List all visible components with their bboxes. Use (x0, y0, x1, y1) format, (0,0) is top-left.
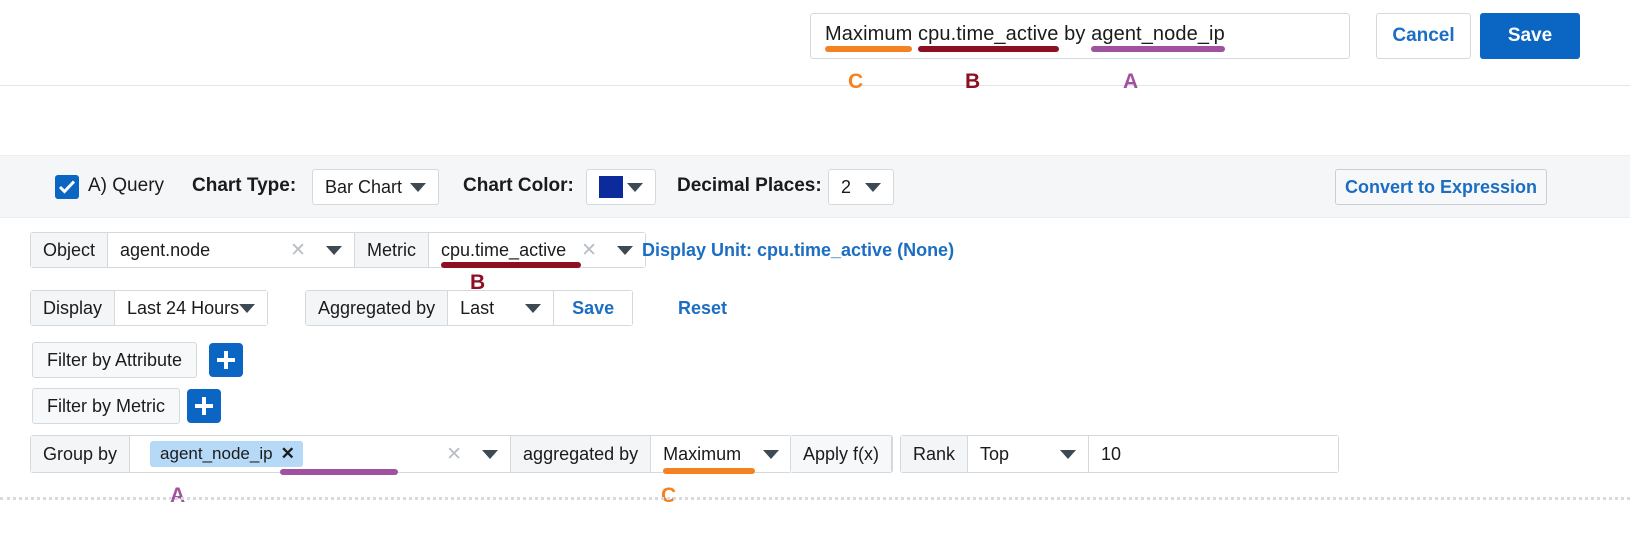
apply-fx-group: Apply f(x) (790, 435, 893, 473)
group-by-label: Group by (31, 436, 130, 472)
chevron-down-icon (763, 450, 779, 459)
metric-underline-mark-b (441, 262, 581, 268)
chevron-down-icon (627, 183, 643, 192)
rank-direction-value: Top (980, 444, 1009, 465)
display-range-select[interactable]: Last 24 Hours (115, 291, 267, 325)
chart-title-input[interactable]: Maximum cpu.time_active by agent_node_ip (810, 13, 1350, 59)
add-metric-filter-button[interactable] (187, 389, 221, 423)
object-select[interactable]: agent.node ✕ (108, 233, 318, 267)
title-connector: by (1059, 23, 1092, 45)
check-icon (58, 179, 76, 195)
query-label: A) Query (88, 175, 164, 197)
chevron-down-icon (617, 246, 633, 255)
chevron-down-icon (482, 450, 498, 459)
rank-label: Rank (901, 436, 968, 472)
bottom-divider (0, 497, 1630, 500)
chart-color-label: Chart Color: (463, 175, 574, 197)
decimal-places-value: 2 (829, 177, 851, 198)
aggregated-by-value: Last (460, 298, 494, 319)
save-button[interactable]: Save (1480, 13, 1580, 59)
chevron-down-icon (525, 304, 541, 313)
chevron-down-icon (410, 183, 426, 192)
clear-icon[interactable]: ✕ (571, 239, 597, 262)
metric-select[interactable]: cpu.time_active ✕ (429, 233, 609, 267)
chart-type-select[interactable]: Bar Chart (312, 169, 439, 205)
metric-label: Metric (354, 233, 429, 267)
aggregated-by-select[interactable]: Last (448, 291, 553, 325)
chevron-down-icon (239, 304, 255, 313)
object-value: agent.node (120, 240, 210, 261)
add-attribute-filter-button[interactable] (209, 343, 243, 377)
top-header: Maximum cpu.time_active by agent_node_ip… (0, 0, 1630, 86)
chart-color-select[interactable] (586, 169, 656, 205)
display-range-value: Last 24 Hours (127, 298, 239, 319)
group-by-underline-mark-a (280, 469, 398, 475)
title-token-metric: cpu.time_active (918, 23, 1058, 46)
color-swatch (599, 176, 623, 198)
annotation-letter-a-groupby: A (170, 484, 185, 508)
group-by-chip[interactable]: agent_node_ip ✕ (150, 441, 303, 467)
chart-type-label: Chart Type: (192, 175, 296, 197)
rank-group: Rank Top 10 (900, 435, 1339, 473)
query-enabled-checkbox[interactable] (55, 175, 79, 199)
annotation-letter-a-title: A (1123, 70, 1138, 94)
object-label: Object (31, 233, 108, 267)
reset-link[interactable]: Reset (678, 298, 727, 319)
filter-by-metric-button[interactable]: Filter by Metric (32, 388, 180, 424)
decimal-places-label: Decimal Places: (677, 175, 822, 197)
group-by-chip-label: agent_node_ip (160, 444, 273, 464)
annotation-letter-c-aggregation: C (661, 484, 676, 508)
group-aggregated-by-label: aggregated by (510, 436, 651, 472)
clear-icon[interactable]: ✕ (436, 443, 462, 466)
decimal-places-select[interactable]: 2 (828, 169, 894, 205)
aggregated-by-label: Aggregated by (306, 291, 448, 325)
chevron-down-icon (1060, 450, 1076, 459)
rank-direction-select[interactable]: Top (968, 436, 1088, 472)
rank-count-input[interactable]: 10 (1088, 436, 1338, 472)
display-label: Display (31, 291, 115, 325)
display-unit-link[interactable]: Display Unit: cpu.time_active (None) (642, 240, 954, 261)
apply-fx-button[interactable]: Apply f(x) (791, 436, 892, 472)
group-aggregated-by-value: Maximum (663, 444, 741, 465)
title-token-groupby: agent_node_ip (1091, 23, 1225, 46)
aggregation-underline-mark-c (663, 468, 755, 474)
group-by-group: Group by agent_node_ip ✕ ✕ aggregated by… (30, 435, 792, 473)
chevron-down-icon (326, 246, 342, 255)
convert-to-expression-button[interactable]: Convert to Expression (1335, 169, 1547, 205)
object-metric-group: Object agent.node ✕ Metric cpu.time_acti… (30, 232, 646, 268)
group-aggregated-by-select[interactable]: Maximum (651, 436, 791, 472)
object-dropdown-toggle[interactable] (318, 233, 354, 267)
rank-count-value: 10 (1101, 444, 1121, 465)
group-by-dropdown-toggle[interactable] (474, 436, 510, 472)
annotation-letter-c-title: C (848, 70, 863, 94)
display-range-group: Display Last 24 Hours (30, 290, 268, 326)
chart-title-text: Maximum cpu.time_active by agent_node_ip (825, 23, 1225, 46)
metric-value: cpu.time_active (441, 240, 566, 261)
chip-remove-icon[interactable]: ✕ (281, 444, 295, 464)
annotation-letter-b-title: B (965, 70, 980, 94)
aggregated-by-group: Aggregated by Last Save (305, 290, 633, 326)
chart-type-value: Bar Chart (313, 177, 402, 198)
metric-dropdown-toggle[interactable] (609, 233, 645, 267)
title-token-aggregation: Maximum (825, 23, 912, 46)
group-by-field[interactable]: agent_node_ip ✕ ✕ (130, 436, 474, 472)
clear-icon[interactable]: ✕ (280, 239, 306, 262)
cancel-button[interactable]: Cancel (1376, 13, 1471, 59)
aggregation-save-button[interactable]: Save (553, 291, 632, 325)
chevron-down-icon (865, 183, 881, 192)
filter-by-attribute-button[interactable]: Filter by Attribute (32, 342, 197, 378)
